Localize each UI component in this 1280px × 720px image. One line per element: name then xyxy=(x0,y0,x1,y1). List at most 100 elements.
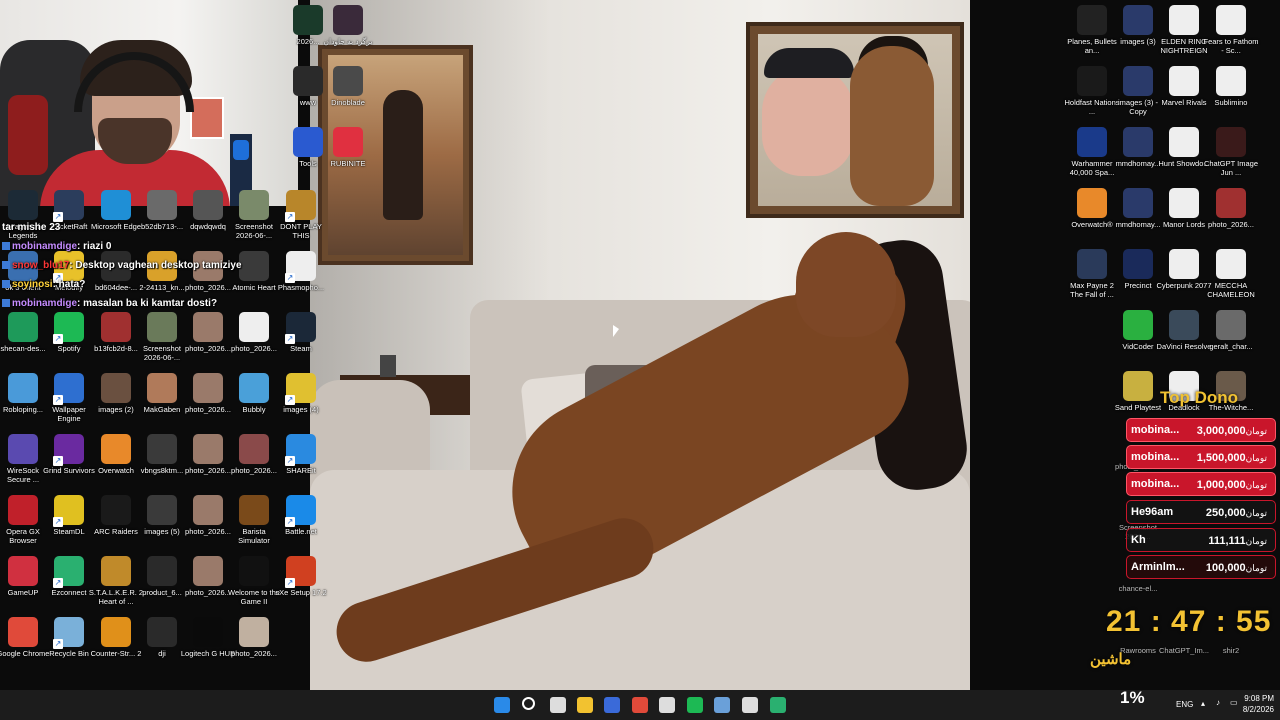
spotify-icon[interactable] xyxy=(687,697,703,713)
donation-amount: 111,111 xyxy=(1208,535,1246,547)
donation-currency: تومان xyxy=(1245,536,1267,546)
chat-username: mobinamdige xyxy=(12,298,78,309)
chrome-icon[interactable] xyxy=(632,697,648,713)
steamdl-icon xyxy=(53,495,84,527)
donation-amount: 1,500,000 xyxy=(1196,452,1246,464)
desktop-icon-label: photo_2026... xyxy=(1208,220,1254,229)
meccha-chameleon-icon xyxy=(1216,249,1246,279)
chat-text: : hata? xyxy=(52,279,86,290)
counter-str-2-icon xyxy=(101,617,131,647)
fears-to-fathom-sc-icon xyxy=(1216,5,1246,35)
desktop-screen: League of LegendsPacketRaftMicrosoft Edg… xyxy=(0,0,1280,720)
desktop-icon-label-partial[interactable]: shir2 xyxy=(1203,646,1259,655)
github-icon[interactable] xyxy=(742,697,758,713)
top-dono-row: Kh تومان111,111 xyxy=(1126,528,1276,552)
donation-currency: تومان xyxy=(1245,453,1267,463)
donor-name: mobina... xyxy=(1131,451,1180,463)
product-6-icon xyxy=(147,556,177,586)
vidcoder-icon xyxy=(1123,310,1153,340)
desktop-icon-meccha-chameleon[interactable]: MECCHA CHAMELEON xyxy=(1203,249,1259,299)
dji-icon xyxy=(147,617,177,647)
holdfast-nations-icon xyxy=(1077,66,1107,96)
desktop-icon-label: SHAREit xyxy=(286,466,316,475)
chat-username: tar mishe 23 xyxy=(2,222,61,233)
hunt-showdo-icon xyxy=(1169,127,1199,157)
donation-amount: 1,000,000 xyxy=(1196,479,1246,491)
desktop-icon-sxe-setup-17-2[interactable]: sXe Setup 17.2 xyxy=(273,556,329,597)
chat-badge-icon xyxy=(2,261,10,270)
volume-icon[interactable]: ♪ xyxy=(1216,698,1220,707)
desktop-icon-dont-play-this[interactable]: DONT PLAY THIS xyxy=(273,190,329,240)
planes-bullets-an-icon xyxy=(1077,5,1107,35)
steam-icon xyxy=(285,312,316,344)
desktop-icon-dinoblade[interactable]: Dinoblade xyxy=(320,66,376,107)
s-t-a-l-k-e-r-2-heart-of-icon xyxy=(101,556,131,586)
desktop-icon-photo-2026[interactable]: photo_2026... xyxy=(226,617,282,658)
taskbar-time[interactable]: 9:08 PM xyxy=(1240,694,1274,703)
arc-raiders-icon xyxy=(101,495,131,525)
sxe-setup-17-2-icon xyxy=(285,556,316,588)
b13fcb2d-8-icon xyxy=(101,312,131,342)
desktop-icon-label: images (4) xyxy=(283,405,319,414)
vpn-app-icon[interactable] xyxy=(604,697,620,713)
desktop-icon-chatgpt-image-jun[interactable]: ChatGPT Image Jun ... xyxy=(1203,127,1259,177)
chat-username: snow_blu17 xyxy=(12,260,70,271)
opera-gx-browser-icon xyxy=(8,495,38,525)
logitech-icon[interactable] xyxy=(659,697,675,713)
desktop-icon-images-4[interactable]: images (4) xyxy=(273,373,329,414)
chat-username: soyinosi xyxy=(12,279,53,290)
desktop-icon-rubinite[interactable]: RUBINITE xyxy=(320,127,376,168)
shareit-icon xyxy=(285,434,316,466)
steam-icon[interactable] xyxy=(714,697,730,713)
desktop-icon-steam[interactable]: Steam xyxy=(273,312,329,353)
max-payne-2-the-fall-of-icon xyxy=(1077,249,1107,279)
desktop-icon-geralt-char[interactable]: geralt_char... xyxy=(1203,310,1259,351)
mouse-cursor-icon xyxy=(613,325,619,337)
chat-badge-icon xyxy=(2,299,10,308)
sand-playtest-icon xyxy=(1123,371,1153,401)
photo-2026-icon xyxy=(239,434,269,464)
www-icon xyxy=(293,66,323,96)
makgaben-icon xyxy=(147,373,177,403)
desktop-icon-shareit[interactable]: SHAREit xyxy=(273,434,329,475)
google-chrome-icon xyxy=(8,617,38,647)
desktop-icon-label: Dinoblade xyxy=(331,98,365,107)
windows-start-icon[interactable] xyxy=(494,697,510,713)
logitech-g-hub-icon xyxy=(193,617,223,647)
desktop-icon-fears-to-fathom-sc[interactable]: Fears to Fathom - Sc... xyxy=(1203,5,1259,55)
images-3-icon xyxy=(1123,5,1153,35)
taskbar-date[interactable]: 8/2/2026 xyxy=(1236,705,1274,714)
network-icon[interactable]: ▴ xyxy=(1201,699,1211,709)
file-explorer-icon[interactable] xyxy=(577,697,593,713)
chat-message: soyinosi: hata? xyxy=(2,279,85,290)
stream-clock-overlay: 21 : 47 : 55 xyxy=(1106,605,1272,638)
grind-survivors-icon xyxy=(53,434,84,466)
ezconnect-icon xyxy=(53,556,84,588)
desktop-icon-item[interactable]: برگرد به جاودان xyxy=(320,5,376,46)
chat-badge-icon xyxy=(2,242,10,251)
desktop-icon-battle-net[interactable]: Battle.net xyxy=(273,495,329,536)
photo-2026-icon xyxy=(239,617,269,647)
dqwdqwdq-icon xyxy=(193,190,223,220)
chat-text: : masalan ba ki kamtar dosti? xyxy=(77,298,218,309)
top-dono-row: mobina... تومان3,000,000 xyxy=(1126,418,1276,442)
warhammer-40-000-spa-icon xyxy=(1077,127,1107,157)
language-indicator[interactable]: ENG xyxy=(1176,700,1193,709)
top-dono-row: mobina... تومان1,500,000 xyxy=(1126,445,1276,469)
donor-name: mobina... xyxy=(1131,478,1180,490)
packetraft-icon xyxy=(53,190,84,222)
desktop-icon-phasmopho[interactable]: Phasmopho... xyxy=(273,251,329,292)
donor-name: Kh xyxy=(1131,534,1146,546)
wallpaper-engine-icon xyxy=(53,373,84,405)
app-green-icon[interactable] xyxy=(770,697,786,713)
robloping-icon xyxy=(8,373,38,403)
desktop-icon-photo-2026[interactable]: photo_2026... xyxy=(1203,188,1259,229)
battery-percent-overlay: 1% xyxy=(1120,688,1145,707)
desktop-icon-label-partial[interactable]: chance-el... xyxy=(1110,584,1166,593)
search-icon[interactable] xyxy=(522,697,535,710)
photo-2026-icon xyxy=(193,312,223,342)
top-dono-row: mobina... تومان1,000,000 xyxy=(1126,472,1276,496)
donor-name: Arminlm... xyxy=(1131,561,1185,573)
task-view-icon[interactable] xyxy=(550,697,566,713)
desktop-icon-sublimino[interactable]: Sublimino xyxy=(1203,66,1259,107)
